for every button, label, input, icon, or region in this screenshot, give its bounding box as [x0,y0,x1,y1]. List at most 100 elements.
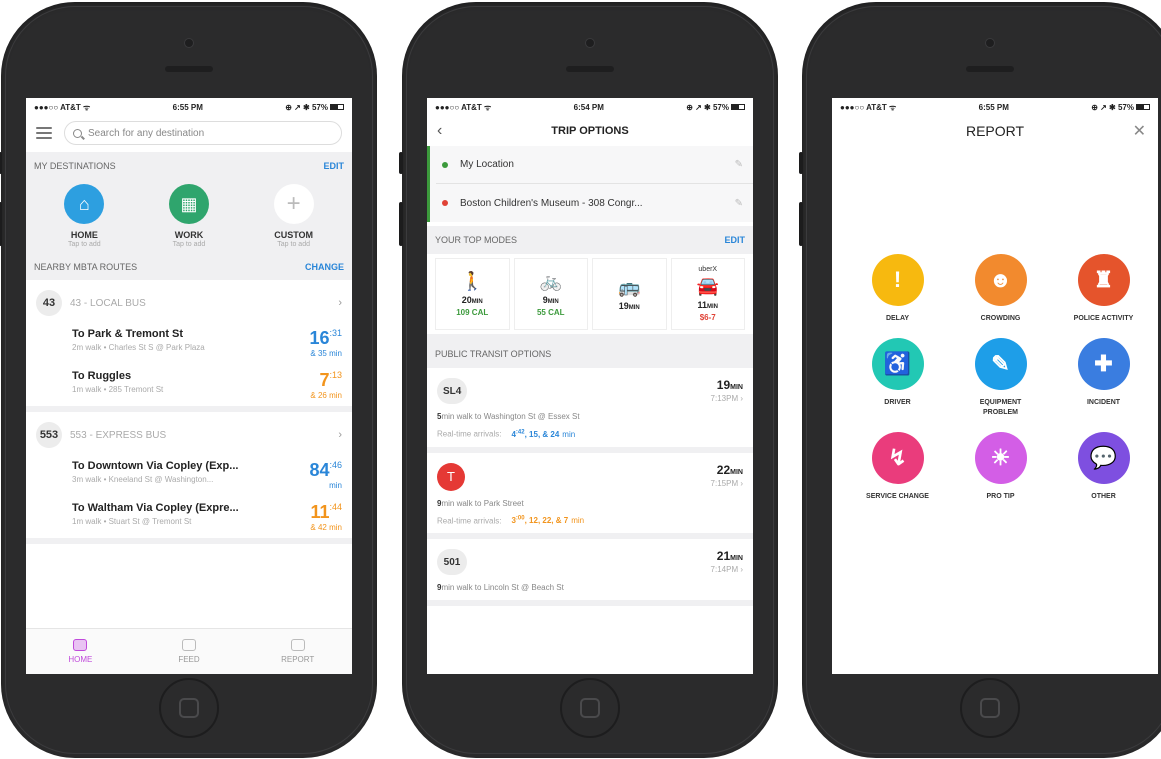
train-icon: T [437,462,465,491]
chevron-right-icon[interactable]: › [738,394,743,403]
tab-bar: HOME FEED REPORT [26,628,352,674]
destination-field[interactable]: Boston Children's Museum - 308 Congr... … [436,184,753,222]
report-label: SERVICE CHANGE [866,493,929,500]
report-delay[interactable]: ! DELAY [846,254,949,324]
section-title: NEARBY MBTA ROUTES [34,262,138,272]
mode-tile[interactable]: 🚌 19MIN [592,258,667,330]
report-police-activity[interactable]: ♜ POLICE ACTIVITY [1052,254,1155,324]
top-modes-header: YOUR TOP MODES EDIT [427,226,753,254]
route-name: 43 - LOCAL BUS [70,297,146,309]
trip-row[interactable]: To Downtown Via Copley (Exp... 3m walk • … [26,454,352,496]
destination-label: Boston Children's Museum - 308 Congr... [460,197,643,209]
building-icon: ▦ [168,184,209,224]
destination-home[interactable]: ⌂ HOME Tap to add [49,184,119,248]
mode-tile[interactable]: 🚶 20MIN 109 CAL [435,258,510,330]
mode-tile[interactable]: uberX 🚘 11MIN $6-7 [670,258,745,330]
mode-tile[interactable]: 🚲 9MIN 55 CAL [513,258,588,330]
destination-custom[interactable]: + CUSTOM Tap to add [259,184,329,248]
duration-value: 20 [461,295,472,305]
front-camera [585,38,595,48]
search-input[interactable]: Search for any destination [64,121,342,145]
change-routes-link[interactable]: CHANGE [305,262,344,272]
search-icon [73,128,82,138]
origin-dot-icon [442,161,448,168]
destination-name: HOME [70,230,98,240]
next-arrival: & 42 min [310,523,342,532]
realtime-values: 3:00, 12, 22, & 7 min [511,515,584,526]
report-label: OTHER [1091,493,1116,500]
tab-home[interactable]: HOME [26,629,135,674]
tab-feed[interactable]: FEED [135,629,244,674]
chevron-right-icon[interactable]: › [738,479,743,488]
edit-destinations-link[interactable]: EDIT [323,161,344,171]
section-title: YOUR TOP MODES [435,235,518,245]
destination-hint: Tap to add [277,241,310,248]
arrival-seconds: :13 [329,370,342,380]
nav-bar: ‹ TRIP OPTIONS [427,116,753,146]
transit-option[interactable]: 501 21MIN 7:14PM › 9min walk to Lincoln St … [427,539,753,607]
menu-icon[interactable] [36,127,52,139]
routes-list: 43 43 - LOCAL BUS › To Park & Tremont St 2m … [26,280,352,544]
trip-row[interactable]: To Waltham Via Copley (Expre... 1m walk •… [26,496,352,538]
duration-unit: MIN [547,299,559,305]
report-incident[interactable]: ✚ INCIDENT [1052,338,1155,418]
duration-unit: MIN [730,384,743,391]
clock-value: 7:13PM [710,394,739,403]
arrival-time: 7:13 & 26 min [310,370,342,400]
clock-label: 6:55 PM [172,102,203,112]
trip-row[interactable]: To Ruggles 1m walk • 285 Tremont St 7:13 & … [26,364,352,406]
walk-info: 9min walk to Lincoln St @ Beach St [437,583,743,592]
trip-stop: 3m walk • Kneeland St @ Washington... [72,475,214,484]
calendar-icon [73,639,88,651]
duration-value: 19 [618,301,629,311]
back-chevron-icon[interactable]: ‹ [437,122,442,140]
public-transit-header: PUBLIC TRANSIT OPTIONS [427,340,753,368]
home-button[interactable] [159,678,219,738]
realtime-arrivals: Real-time arrivals: 3:00, 12, 22, & 7 min [437,516,743,526]
trip-destination: To Waltham Via Copley (Expre... [72,502,239,514]
feed-icon [182,639,196,651]
route-header[interactable]: 553 553 - EXPRESS BUS › [26,412,352,454]
report-other[interactable]: 💬 OTHER [1052,432,1155,502]
report-driver[interactable]: ♿ DRIVER [846,338,949,418]
trip-row[interactable]: To Park & Tremont St 2m walk • Charles St… [26,322,352,364]
report-crowding[interactable]: ☻ CROWDING [949,254,1052,324]
close-icon[interactable]: ✕ [1133,121,1146,141]
report-pro-tip[interactable]: ☀ PRO TIP [949,432,1052,502]
route-header[interactable]: 43 43 - LOCAL BUS › [26,280,352,322]
report-equipment-problem[interactable]: ✎ EQUIPMENT PROBLEM [949,338,1052,418]
duration-unit: MIN [628,305,640,311]
edit-modes-link[interactable]: EDIT [724,235,745,245]
chevron-right-icon[interactable]: › [338,297,342,309]
phone-frame-home: ●●●○○ AT&T ᯤ 6:55 PM ⊕ ↗ ✱ 57% Search fo… [0,2,377,758]
trip-info: To Downtown Via Copley (Exp... 3m walk • … [72,460,238,484]
trip-destination: To Downtown Via Copley (Exp... [72,460,239,472]
carrier-label: ●●●○○ AT&T ᯤ [34,102,91,112]
option-duration: 22MIN [711,463,743,477]
edit-pencil-icon[interactable]: ✎ [735,159,743,170]
origin-field[interactable]: My Location ✎ [436,146,753,184]
driver-icon: ♿ [871,338,924,390]
route-badge: SL4 [437,378,468,404]
front-camera [985,38,995,48]
earpiece-speaker [165,66,213,72]
earpiece-speaker [966,66,1014,72]
report-service-change[interactable]: ↯ SERVICE CHANGE [846,432,949,502]
home-button[interactable] [560,678,620,738]
modes-row: 🚶 20MIN 109 CAL 🚲 9MIN 55 CAL 🚌 19MIN uberX 🚘 11MI… [427,254,753,340]
transit-option[interactable]: SL4 19MIN 7:13PM › 5min walk to Washington … [427,368,753,453]
status-bar: ●●●○○ AT&T ᯤ 6:54 PM ⊕ ↗ ✱ 57% [427,98,753,116]
realtime-first-sup: :00 [515,515,525,522]
chevron-right-icon[interactable]: › [738,565,743,574]
transit-option[interactable]: T 22MIN 7:15PM › 9min walk to Park Street Re… [427,453,753,540]
destination-work[interactable]: ▦ WORK Tap to add [154,184,224,248]
report-screen: ●●●○○ AT&T ᯤ 6:55 PM ⊕ ↗ ✱ 57% REPORT ✕ … [832,98,1158,674]
chevron-right-icon[interactable]: › [338,429,342,441]
bike-icon: 🚲 [539,271,562,291]
arrival-clock: 7:14PM › [711,565,743,574]
report-label: DRIVER [884,399,911,406]
police-icon: ♜ [1077,254,1130,306]
edit-pencil-icon[interactable]: ✎ [735,198,743,209]
home-button[interactable] [960,678,1020,738]
tab-report[interactable]: REPORT [243,629,352,674]
